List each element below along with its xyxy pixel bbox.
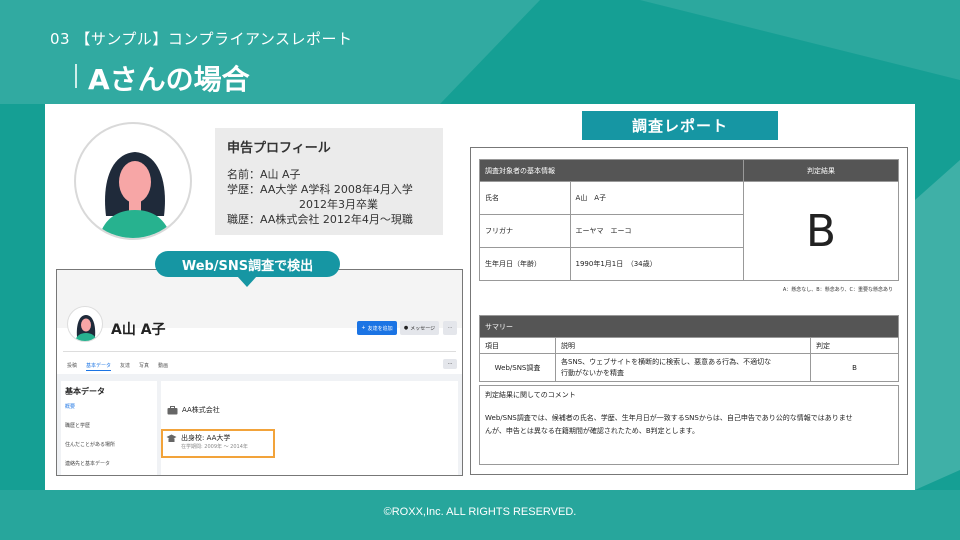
comment-line1: Web/SNS調査では、候補者の氏名、学歴、生年月日が一致するSNSからは、自己… [485, 414, 853, 422]
comment-title: 判定結果に関してのコメント [485, 391, 576, 399]
summary-description-line2: 行動がないかを精査 [561, 368, 624, 377]
comment-line2: んが、申告とは異なる在籍期間が確認されたため、B判定とします。 [485, 427, 699, 435]
add-friend-icon: + [361, 325, 366, 331]
row-label-birthdate: 生年月日（年齢） [480, 248, 571, 280]
about-sidebar: 基本データ 概要 職歴と学歴 住んだことがある場所 連絡先と基本データ [61, 381, 157, 475]
about-title: 基本データ [65, 387, 105, 396]
profile-avatar [74, 122, 192, 240]
section-label: 03 【サンプル】コンプライアンスレポート [50, 30, 353, 48]
tab-videos[interactable]: 動画 [158, 362, 168, 371]
tab-about[interactable]: 基本データ [86, 362, 112, 371]
profile-graduation: 2012年3月卒業 [299, 198, 378, 211]
row-label-name: 氏名 [480, 182, 571, 214]
summary-col-description: 説明 [555, 337, 811, 354]
callout-pointer [237, 276, 257, 287]
about-item-contact[interactable]: 連絡先と基本データ [65, 460, 153, 467]
title-accent-bar [75, 64, 77, 88]
person-illustration-icon [74, 315, 98, 341]
profile-career: 職歴：AA株式会社 2012年4月〜現職 [227, 213, 413, 226]
briefcase-icon [167, 405, 178, 414]
page-title: Aさんの場合 [88, 63, 250, 96]
row-label-kana: フリガナ [480, 215, 571, 247]
tab-photos[interactable]: 写真 [139, 362, 149, 371]
sns-avatar [67, 306, 103, 342]
school-name: 出身校: AA大学 [181, 434, 231, 442]
more-options-button[interactable]: ··· [443, 321, 457, 335]
about-item-places[interactable]: 住んだことがある場所 [65, 441, 153, 448]
message-label: メッセージ [410, 325, 436, 332]
summary-table: サマリー 項目 説明 判定 Web/SNS調査 各SNS、ウェブサイトを横断的に… [479, 315, 899, 382]
profile-name: 名前：A山 A子 [227, 168, 301, 181]
work-name: AA株式会社 [182, 406, 220, 414]
sns-screenshot: A山 A子 + 友達を追加 ● メッセージ ··· 投稿 基本データ 友達 写真 動… [56, 269, 463, 476]
copyright-footer: ©ROXX,Inc. ALL RIGHTS RESERVED. [383, 506, 577, 518]
school-period: 在学期間: 2009年 〜 2014年 [181, 444, 248, 450]
add-friend-label: 友達を追加 [367, 325, 393, 332]
tab-posts[interactable]: 投稿 [67, 362, 77, 371]
detection-callout: Web/SNS調査で検出 [155, 251, 340, 277]
graduation-cap-icon [166, 434, 177, 442]
result-header: 判定結果 [743, 159, 899, 182]
summary-grade: B [810, 353, 899, 382]
profile-education: 学歴：AA大学 A学科 2008年4月入学 [227, 183, 413, 196]
basic-info-header: 調査対象者の基本情報 [479, 159, 744, 182]
school-entry-highlight: 出身校: AA大学 在学期間: 2009年 〜 2014年 [161, 429, 275, 458]
summary-header: サマリー [479, 315, 899, 338]
tabs-more-button[interactable]: ··· [443, 359, 457, 369]
sns-tab-bar: 投稿 基本データ 友達 写真 動画 [67, 362, 168, 371]
row-value-birthdate: 1990年1月1日 （34歳） [575, 260, 657, 268]
row-value-name: A山 A子 [575, 194, 607, 202]
sns-profile-name: A山 A子 [111, 322, 166, 338]
summary-col-item: 項目 [479, 337, 556, 354]
about-content: AA株式会社 出身校: AA大学 在学期間: 2009年 〜 2014年 [161, 381, 458, 475]
person-illustration-icon [99, 152, 171, 238]
about-item-work-education[interactable]: 職歴と学歴 [65, 422, 153, 429]
grade-legend: A：懸念なし、B：懸念あり、C：重要な懸念あり [782, 287, 893, 293]
basic-info-table: 調査対象者の基本情報 判定結果 氏名 A山 A子 B フリガナ エーヤマ エーコ 生… [479, 159, 899, 281]
message-button[interactable]: ● メッセージ [400, 321, 439, 335]
work-entry: AA株式会社 [167, 405, 220, 415]
summary-description-line1: 各SNS、ウェブサイトを横断的に検索し、悪意ある行為、不適切な [561, 357, 772, 366]
tab-friends[interactable]: 友達 [120, 362, 130, 371]
profile-heading: 申告プロフィール [227, 141, 331, 156]
about-item-overview[interactable]: 概要 [65, 403, 153, 410]
overall-grade: B [743, 181, 899, 281]
sns-divider [63, 351, 456, 352]
messenger-icon: ● [403, 325, 409, 331]
summary-col-grade: 判定 [810, 337, 899, 354]
report-label: 調査レポート [582, 111, 778, 140]
summary-description: 各SNS、ウェブサイトを横断的に検索し、悪意ある行為、不適切な 行動がないかを精… [555, 353, 811, 382]
add-friend-button[interactable]: + 友達を追加 [357, 321, 397, 335]
declared-profile-box: 申告プロフィール 名前：A山 A子 学歴：AA大学 A学科 2008年4月入学 … [215, 128, 443, 235]
comment-box: 判定結果に関してのコメント Web/SNS調査では、候補者の氏名、学歴、生年月日… [479, 385, 899, 465]
row-value-kana: エーヤマ エーコ [575, 227, 632, 235]
summary-item: Web/SNS調査 [479, 353, 556, 382]
report-document: 調査対象者の基本情報 判定結果 氏名 A山 A子 B フリガナ エーヤマ エーコ 生… [470, 147, 908, 475]
